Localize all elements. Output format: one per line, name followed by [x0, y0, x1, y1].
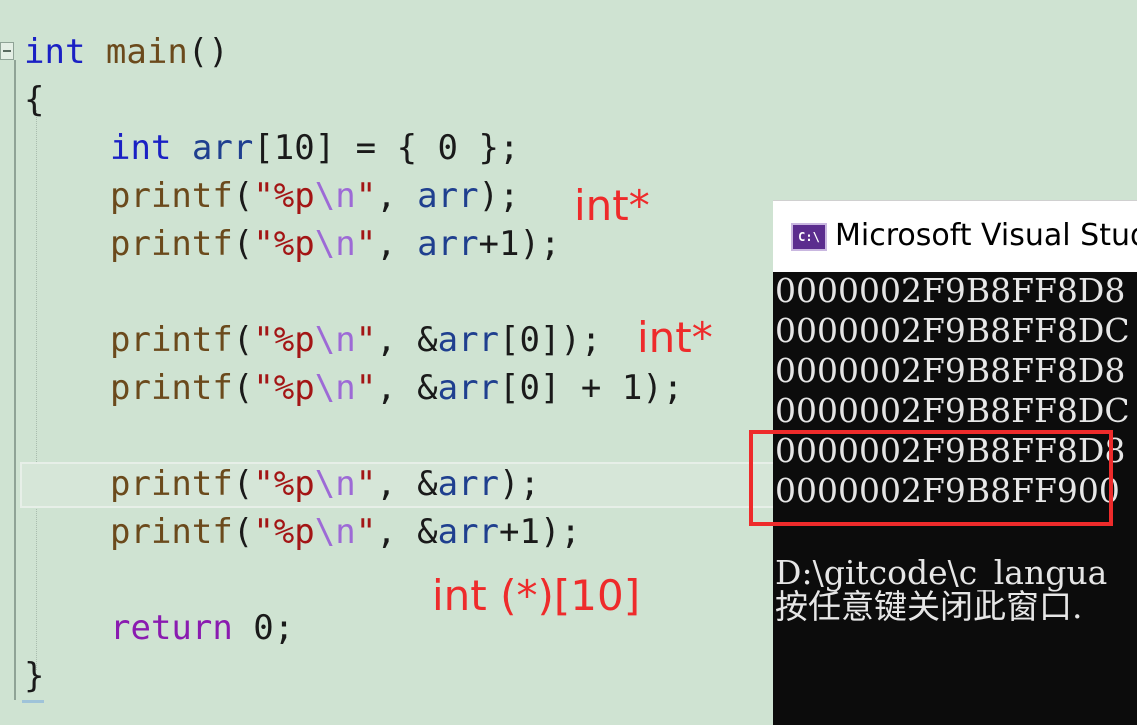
- function-name: printf: [110, 368, 233, 408]
- variable: arr: [437, 512, 500, 552]
- string-literal: "%p: [253, 368, 315, 408]
- code-text: (: [232, 176, 254, 216]
- string-literal: "%p: [253, 224, 315, 264]
- code-line-6[interactable]: printf("%p\n", &arr[0]);: [110, 316, 601, 364]
- function-name: main: [105, 32, 188, 72]
- variable: arr: [191, 128, 254, 168]
- keyword: return: [110, 608, 233, 648]
- function-name: printf: [110, 224, 233, 264]
- code-text: (: [232, 320, 254, 360]
- string-literal: ": [355, 464, 377, 504]
- string-literal: ": [355, 176, 377, 216]
- annotation-element-pointer-type: int*: [637, 313, 713, 362]
- code-text: }: [24, 656, 45, 696]
- indent-guide: [36, 110, 38, 670]
- code-text: 0;: [232, 608, 295, 648]
- console-titlebar[interactable]: C:\ Microsoft Visual Studio: [773, 200, 1137, 272]
- fold-gutter-line: [14, 60, 16, 700]
- output-prompt-line: 按任意键关闭此窗口.: [775, 587, 1083, 626]
- output-line: 0000002F9B8FF8D8: [775, 271, 1126, 310]
- code-text: [10] = { 0 };: [253, 128, 520, 168]
- code-text: (: [232, 512, 254, 552]
- code-text: (): [187, 32, 229, 72]
- string-literal: "%p: [253, 512, 315, 552]
- keyword: int: [24, 32, 86, 72]
- code-line-2[interactable]: {: [24, 76, 44, 124]
- escape-sequence: \n: [314, 512, 356, 552]
- code-line-8[interactable]: printf("%p\n", &arr);: [110, 460, 540, 508]
- escape-sequence: \n: [314, 320, 356, 360]
- escape-sequence: \n: [314, 368, 356, 408]
- escape-sequence: \n: [314, 176, 356, 216]
- code-line-4[interactable]: printf("%p\n", arr);: [110, 172, 520, 220]
- code-text: [0]);: [499, 320, 602, 360]
- string-literal: ": [355, 224, 377, 264]
- console-app-icon: C:\: [791, 223, 827, 251]
- variable: arr: [437, 464, 500, 504]
- output-highlight-box: [749, 430, 1113, 526]
- code-text: +1);: [499, 512, 581, 552]
- collapse-icon[interactable]: [0, 42, 14, 60]
- function-name: printf: [110, 320, 233, 360]
- function-name: printf: [110, 512, 233, 552]
- code-line-10[interactable]: return 0;: [110, 604, 294, 652]
- escape-sequence: \n: [314, 224, 356, 264]
- variable: arr: [437, 320, 500, 360]
- code-text: );: [499, 464, 540, 504]
- string-literal: "%p: [253, 176, 315, 216]
- code-text: , &: [376, 512, 438, 552]
- code-text: , &: [376, 320, 438, 360]
- annotation-array-pointer-type: int (*)[10]: [432, 571, 641, 620]
- code-text: ,: [376, 176, 418, 216]
- code-text: , &: [376, 368, 438, 408]
- string-literal: "%p: [253, 464, 315, 504]
- code-text: [0] + 1);: [499, 368, 684, 408]
- fold-end-marker: [22, 700, 44, 703]
- string-literal: "%p: [253, 320, 315, 360]
- code-line-3[interactable]: int arr[10] = { 0 };: [110, 124, 519, 172]
- code-text: (: [232, 368, 254, 408]
- code-text: ,: [376, 224, 418, 264]
- code-line-5[interactable]: printf("%p\n", arr+1);: [110, 220, 560, 268]
- code-text: +1);: [478, 224, 561, 264]
- escape-sequence: \n: [314, 464, 356, 504]
- code-text: (: [232, 224, 254, 264]
- code-text: );: [478, 176, 520, 216]
- code-text: {: [24, 80, 45, 120]
- string-literal: ": [355, 320, 377, 360]
- console-title: Microsoft Visual Studio: [835, 218, 1137, 253]
- output-line: 0000002F9B8FF8D8: [775, 351, 1126, 390]
- string-literal: ": [355, 512, 377, 552]
- keyword: int: [110, 128, 172, 168]
- code-line-1[interactable]: int main(): [24, 28, 229, 76]
- function-name: printf: [110, 176, 233, 216]
- string-literal: ": [355, 368, 377, 408]
- code-text: (: [232, 464, 254, 504]
- variable: arr: [417, 176, 479, 216]
- annotation-arr-type: int*: [574, 181, 650, 230]
- code-text: , &: [376, 464, 438, 504]
- variable: arr: [417, 224, 479, 264]
- code-line-11[interactable]: }: [24, 652, 44, 700]
- output-line: 0000002F9B8FF8DC: [775, 311, 1130, 350]
- code-line-7[interactable]: printf("%p\n", &arr[0] + 1);: [110, 364, 683, 412]
- variable: arr: [437, 368, 500, 408]
- code-line-9[interactable]: printf("%p\n", &arr+1);: [110, 508, 581, 556]
- output-line: 0000002F9B8FF8DC: [775, 391, 1130, 430]
- function-name: printf: [110, 464, 233, 504]
